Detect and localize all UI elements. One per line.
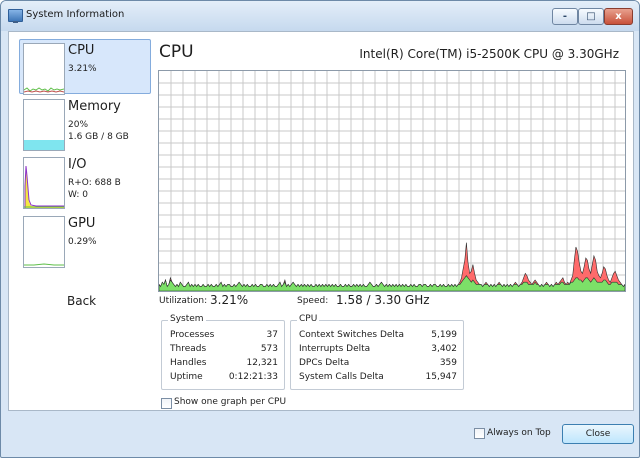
- nav-cpu-name: CPU: [68, 43, 95, 58]
- system-calls-value: 15,947: [425, 372, 458, 382]
- nav-tile-cpu[interactable]: CPU 3.21%: [19, 39, 151, 95]
- window-title: System Information: [26, 9, 125, 20]
- close-button[interactable]: Close: [562, 424, 634, 444]
- show-one-graph-checkbox[interactable]: [161, 398, 172, 409]
- nav-tile-memory[interactable]: Memory 20% 1.6 GB / 8 GB: [19, 95, 151, 151]
- cpu-group-title: CPU: [297, 314, 320, 324]
- content-panel: CPU 3.21% Memory 20% 1.6 GB / 8 GB I/O R…: [8, 31, 634, 411]
- nav-gpu-value: 0.29%: [68, 237, 97, 247]
- nav-cpu-value: 3.21%: [68, 64, 97, 74]
- uptime-value: 0:12:21:33: [228, 372, 278, 382]
- maximize-button[interactable]: □: [578, 8, 604, 25]
- nav-memory-name: Memory: [68, 99, 121, 114]
- nav-io-write: W: 0: [68, 190, 88, 200]
- speed-value: 1.58 / 3.30 GHz: [336, 293, 430, 307]
- monitor-icon: [8, 9, 23, 23]
- utilization-value: 3.21%: [210, 293, 249, 307]
- context-switches-value: 5,199: [431, 330, 457, 340]
- processes-label: Processes: [170, 330, 215, 340]
- cpu-group: CPU Context Switches Delta 5,199 Interru…: [290, 314, 464, 390]
- show-one-graph-label[interactable]: Show one graph per CPU: [174, 397, 286, 407]
- dpcs-value: 359: [439, 358, 457, 368]
- close-icon: x: [615, 11, 622, 22]
- context-switches-label: Context Switches Delta: [299, 330, 404, 340]
- nav-io-name: I/O: [68, 157, 87, 172]
- gpu-thumbnail-graph: [24, 263, 64, 266]
- always-on-top-label[interactable]: Always on Top: [487, 428, 551, 438]
- cpu-usage-graph: [158, 70, 626, 292]
- handles-label: Handles: [170, 358, 207, 368]
- speed-label: Speed:: [297, 296, 329, 306]
- nav-memory-percent: 20%: [68, 120, 89, 130]
- nav-tile-gpu[interactable]: GPU 0.29%: [19, 212, 151, 268]
- dpcs-label: DPCs Delta: [299, 358, 350, 368]
- system-group: System Processes 37 Threads 573 Handles …: [161, 314, 285, 390]
- nav-tile-io[interactable]: I/O R+O: 688 B W: 0: [19, 153, 151, 209]
- threads-value: 573: [260, 344, 278, 354]
- uptime-label: Uptime: [170, 372, 203, 382]
- threads-label: Threads: [170, 344, 207, 354]
- cpu-thumbnail-graph: [24, 87, 64, 93]
- nav-io-read: R+O: 688 B: [68, 178, 121, 188]
- nav-memory-usage: 1.6 GB / 8 GB: [68, 132, 129, 142]
- back-link[interactable]: Back: [67, 294, 96, 308]
- io-thumbnail: [23, 157, 65, 209]
- always-on-top-checkbox[interactable]: [474, 428, 485, 439]
- close-window-button[interactable]: x: [604, 8, 633, 25]
- system-information-window: System Information - □ x CPU 3.21% Memor…: [0, 0, 640, 458]
- cpu-thumbnail: [23, 43, 65, 95]
- graph-title: CPU: [159, 42, 194, 62]
- interrupts-value: 3,402: [431, 344, 457, 354]
- memory-thumbnail: [23, 99, 65, 151]
- minimize-button[interactable]: -: [552, 8, 578, 25]
- maximize-icon: □: [586, 11, 596, 22]
- interrupts-label: Interrupts Delta: [299, 344, 371, 354]
- nav-gpu-name: GPU: [68, 216, 96, 231]
- title-bar[interactable]: System Information - □ x: [1, 1, 639, 31]
- handles-value: 12,321: [246, 358, 279, 368]
- minimize-icon: -: [562, 11, 568, 22]
- cpu-usage-graph-svg: [159, 71, 625, 291]
- gpu-thumbnail: [23, 216, 65, 268]
- utilization-label: Utilization:: [159, 296, 208, 306]
- io-thumbnail-graph: [24, 165, 64, 208]
- system-group-title: System: [168, 314, 206, 324]
- cpu-model-name: Intel(R) Core(TM) i5-2500K CPU @ 3.30GHz: [359, 47, 619, 61]
- system-calls-label: System Calls Delta: [299, 372, 384, 382]
- memory-level-fill: [24, 140, 64, 150]
- processes-value: 37: [266, 330, 278, 340]
